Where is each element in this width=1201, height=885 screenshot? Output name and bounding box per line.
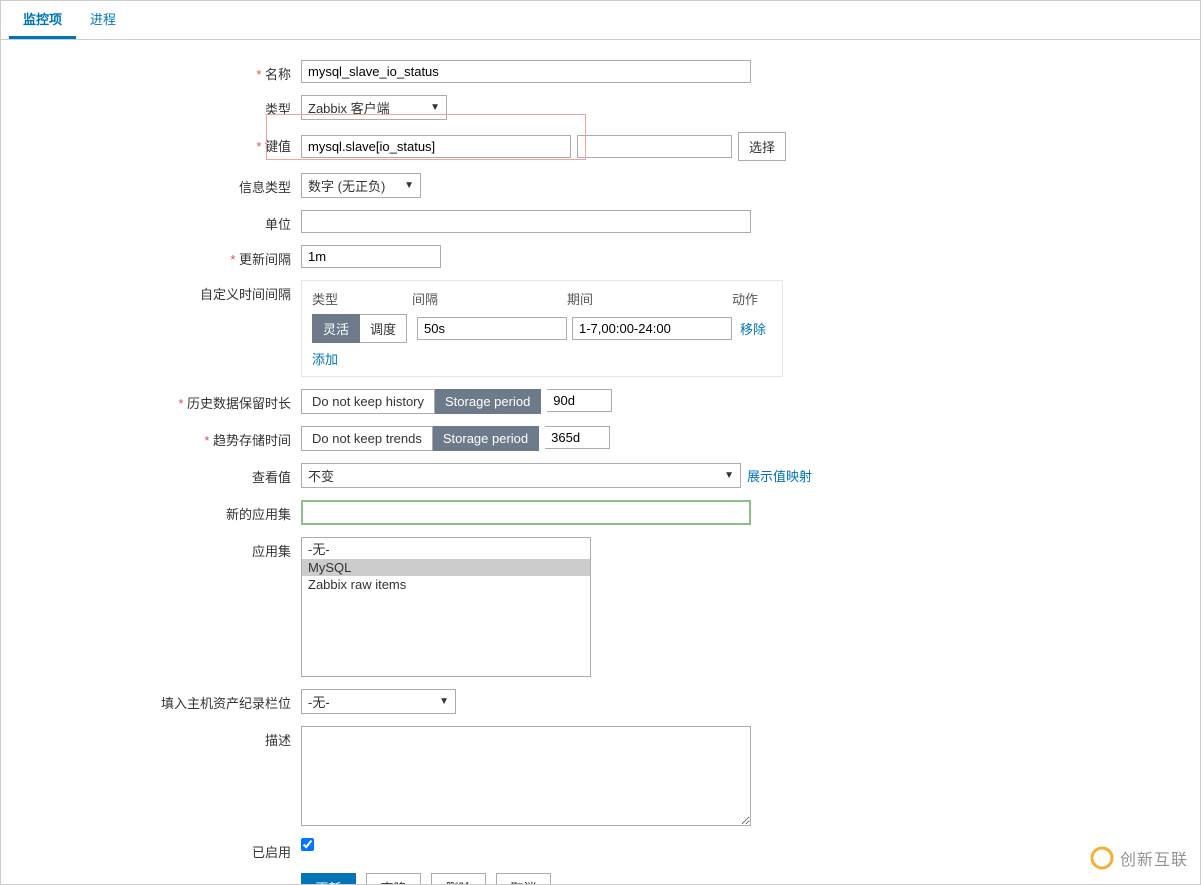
chevron-down-icon: ▼ bbox=[439, 696, 449, 707]
show-value-value: 不变 bbox=[308, 466, 334, 485]
chevron-down-icon: ▼ bbox=[404, 180, 414, 191]
description-textarea[interactable] bbox=[301, 726, 751, 826]
form: 名称 类型 Zabbix 客户端 ▼ 键值 选择 bbox=[1, 40, 1200, 885]
label-name: 名称 bbox=[1, 60, 301, 83]
enabled-checkbox[interactable] bbox=[301, 838, 314, 851]
interval-delay-input[interactable] bbox=[417, 317, 567, 340]
label-custom-intervals: 自定义时间间隔 bbox=[1, 280, 301, 303]
info-type-select[interactable]: 数字 (无正负) ▼ bbox=[301, 173, 421, 198]
label-unit: 单位 bbox=[1, 210, 301, 233]
app-item-none[interactable]: -无- bbox=[302, 538, 590, 559]
action-buttons: 更新 克隆 删除 取消 bbox=[301, 873, 551, 885]
label-key: 键值 bbox=[1, 132, 301, 155]
label-history: 历史数据保留时长 bbox=[1, 389, 301, 412]
inventory-value: -无- bbox=[308, 692, 330, 711]
info-type-value: 数字 (无正负) bbox=[308, 176, 385, 195]
custom-interval-row: 灵活 调度 移除 bbox=[312, 314, 772, 343]
show-value-select[interactable]: 不变 ▼ bbox=[301, 463, 741, 488]
interval-type-toggle: 灵活 调度 bbox=[312, 314, 412, 343]
update-button[interactable]: 更新 bbox=[301, 873, 356, 885]
tabs-bar: 监控项 进程 bbox=[1, 1, 1200, 40]
custom-intervals-box: 类型 间隔 期间 动作 灵活 调度 移除 bbox=[301, 280, 783, 377]
watermark: 创新互联 bbox=[1090, 846, 1188, 870]
key-ext-input[interactable] bbox=[577, 135, 732, 158]
label-info-type: 信息类型 bbox=[1, 173, 301, 196]
applications-list[interactable]: -无- MySQL Zabbix raw items bbox=[301, 537, 591, 677]
app-item-zabbix-raw[interactable]: Zabbix raw items bbox=[302, 576, 590, 593]
tab-item[interactable]: 监控项 bbox=[9, 1, 76, 39]
scheduling-seg[interactable]: 调度 bbox=[360, 314, 407, 343]
label-inventory: 填入主机资产纪录栏位 bbox=[1, 689, 301, 712]
trends-storage[interactable]: Storage period bbox=[433, 426, 539, 451]
trends-period-input[interactable] bbox=[545, 426, 610, 449]
label-new-app: 新的应用集 bbox=[1, 500, 301, 523]
show-value-map-link[interactable]: 展示值映射 bbox=[747, 466, 812, 485]
type-select-value: Zabbix 客户端 bbox=[308, 98, 390, 117]
col-type: 类型 bbox=[312, 289, 412, 308]
label-enabled: 已启用 bbox=[1, 838, 301, 861]
col-interval: 间隔 bbox=[412, 289, 567, 308]
update-interval-input[interactable] bbox=[301, 245, 441, 268]
label-show-value: 查看值 bbox=[1, 463, 301, 486]
page-container: 监控项 进程 名称 类型 Zabbix 客户端 ▼ 键值 bbox=[0, 0, 1201, 885]
delete-button[interactable]: 删除 bbox=[431, 873, 486, 885]
chevron-down-icon: ▼ bbox=[430, 102, 440, 113]
new-application-input[interactable] bbox=[301, 500, 751, 525]
label-type: 类型 bbox=[1, 95, 301, 118]
interval-remove-link[interactable]: 移除 bbox=[740, 319, 766, 338]
label-update-interval: 更新间隔 bbox=[1, 245, 301, 268]
flexible-seg[interactable]: 灵活 bbox=[312, 314, 360, 343]
watermark-text: 创新互联 bbox=[1120, 846, 1188, 870]
type-select[interactable]: Zabbix 客户端 ▼ bbox=[301, 95, 447, 120]
name-input[interactable] bbox=[301, 60, 751, 83]
history-toggle: Do not keep history Storage period bbox=[301, 389, 541, 414]
inventory-select[interactable]: -无- ▼ bbox=[301, 689, 456, 714]
select-key-button[interactable]: 选择 bbox=[738, 132, 786, 161]
unit-input[interactable] bbox=[301, 210, 751, 233]
interval-add-link[interactable]: 添加 bbox=[312, 352, 338, 367]
watermark-icon bbox=[1090, 846, 1114, 870]
trends-toggle: Do not keep trends Storage period bbox=[301, 426, 539, 451]
history-period-input[interactable] bbox=[547, 389, 612, 412]
tab-process[interactable]: 进程 bbox=[76, 1, 130, 39]
key-input[interactable] bbox=[301, 135, 571, 158]
custom-intervals-header: 类型 间隔 期间 动作 bbox=[312, 289, 772, 308]
label-description: 描述 bbox=[1, 726, 301, 749]
col-action: 动作 bbox=[732, 289, 772, 308]
label-trends: 趋势存储时间 bbox=[1, 426, 301, 449]
trends-no-keep[interactable]: Do not keep trends bbox=[301, 426, 433, 451]
label-apps: 应用集 bbox=[1, 537, 301, 560]
history-no-keep[interactable]: Do not keep history bbox=[301, 389, 435, 414]
app-item-mysql[interactable]: MySQL bbox=[302, 559, 590, 576]
col-period: 期间 bbox=[567, 289, 732, 308]
interval-period-input[interactable] bbox=[572, 317, 732, 340]
chevron-down-icon: ▼ bbox=[724, 470, 734, 481]
history-storage[interactable]: Storage period bbox=[435, 389, 541, 414]
clone-button[interactable]: 克隆 bbox=[366, 873, 421, 885]
cancel-button[interactable]: 取消 bbox=[496, 873, 551, 885]
